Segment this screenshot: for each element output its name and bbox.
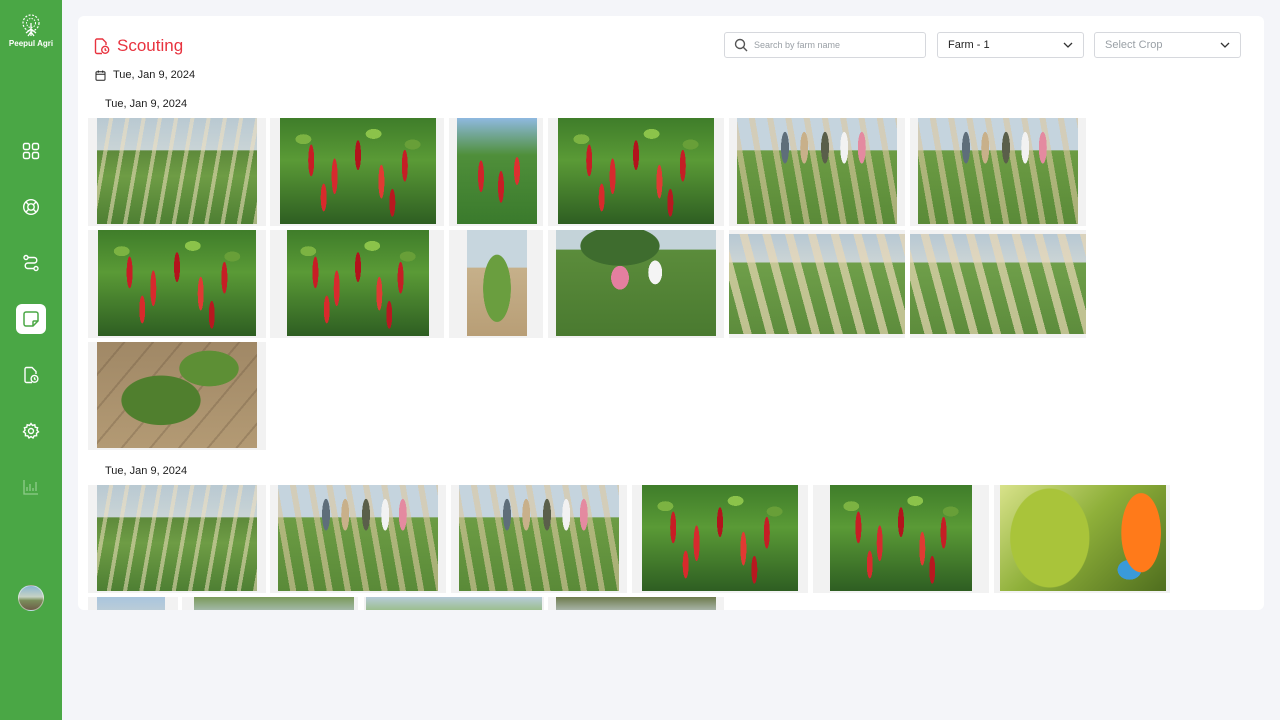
field-photo — [194, 597, 354, 610]
nav-scouting[interactable] — [16, 304, 46, 334]
photo-thumbnail[interactable] — [270, 230, 444, 338]
file-clock-icon — [24, 366, 39, 384]
avatar[interactable] — [18, 585, 44, 611]
chili-photo — [558, 118, 714, 224]
chevron-down-icon — [1063, 42, 1073, 48]
photo-thumbnail[interactable] — [994, 485, 1170, 593]
photo-thumbnail[interactable] — [88, 342, 266, 450]
photo-thumbnail[interactable] — [548, 230, 724, 338]
photo-thumbnail[interactable] — [88, 485, 266, 593]
photo-thumbnail[interactable] — [910, 230, 1086, 338]
photo-thumbnail[interactable] — [548, 118, 724, 226]
farm-worker-photo — [556, 230, 716, 336]
photo-group-date: Tue, Jan 9, 2024 — [105, 98, 188, 110]
photo-thumbnail[interactable] — [729, 118, 905, 226]
dashboard-grid-icon — [22, 142, 40, 160]
field-photo — [97, 118, 257, 224]
analytics-chart-icon — [23, 480, 38, 495]
chili-photo — [287, 230, 429, 336]
nav-reports[interactable] — [16, 360, 46, 390]
photo-thumbnail[interactable] — [729, 230, 905, 338]
photo-thumbnail[interactable] — [548, 597, 724, 610]
photo-thumbnail[interactable] — [451, 485, 627, 593]
photo-thumbnail[interactable] — [270, 485, 446, 593]
page-title: Scouting — [117, 36, 184, 55]
brand-name: Peepul Agri — [8, 39, 54, 48]
chili-photo — [830, 485, 972, 591]
lifebuoy-icon — [22, 198, 40, 216]
photo-thumbnail[interactable] — [449, 118, 543, 226]
plant-closeup-photo — [97, 342, 257, 448]
field-photo — [910, 234, 1086, 334]
main-panel: Scouting Tue, Jan 9, 2024 Farm - 1 Selec… — [78, 16, 1264, 610]
sidebar: Peepul Agri — [0, 0, 62, 720]
plant-photo — [467, 230, 527, 336]
photo-thumbnail[interactable] — [88, 118, 266, 226]
farmers-group-photo — [459, 485, 619, 591]
page-date: Tue, Jan 9, 2024 — [95, 69, 195, 81]
nav-analytics[interactable] — [16, 472, 46, 502]
page-header: Scouting — [94, 36, 183, 56]
field-photo — [366, 597, 542, 610]
gear-icon — [22, 422, 40, 440]
tree-logo-icon — [22, 14, 40, 37]
search-box[interactable] — [724, 32, 926, 58]
nav-settings[interactable] — [16, 416, 46, 446]
scouting-file-icon — [94, 37, 110, 54]
photo-thumbnail[interactable] — [813, 485, 989, 593]
photo-thumbnail[interactable] — [270, 118, 444, 226]
farmers-group-photo — [737, 118, 897, 224]
chili-photo — [457, 118, 537, 224]
photo-thumbnail[interactable] — [632, 485, 808, 593]
nav-routes[interactable] — [16, 248, 46, 278]
chili-photo — [98, 230, 256, 336]
spraying-photo — [1000, 485, 1166, 591]
photo-thumbnail[interactable] — [182, 597, 358, 610]
brand-logo[interactable]: Peepul Agri — [0, 14, 62, 48]
farmers-group-photo — [278, 485, 438, 591]
search-input[interactable] — [754, 40, 914, 50]
photo-thumbnail[interactable] — [364, 597, 544, 610]
crop-select[interactable]: Select Crop — [1094, 32, 1241, 58]
field-photo — [97, 485, 257, 591]
photo-thumbnail[interactable] — [88, 230, 266, 338]
search-icon — [734, 38, 748, 52]
route-icon — [23, 254, 39, 272]
calendar-icon — [95, 70, 106, 81]
crop-select-placeholder: Select Crop — [1105, 39, 1163, 51]
field-photo — [556, 597, 716, 610]
nav-support[interactable] — [16, 192, 46, 222]
field-photo — [97, 597, 165, 610]
photo-thumbnail[interactable] — [910, 118, 1086, 226]
photo-thumbnail[interactable] — [88, 597, 178, 610]
photo-group-date: Tue, Jan 9, 2024 — [105, 465, 188, 477]
farm-select[interactable]: Farm - 1 — [937, 32, 1084, 58]
photo-thumbnail[interactable] — [449, 230, 543, 338]
nav-dashboard[interactable] — [16, 136, 46, 166]
farmers-group-photo — [918, 118, 1078, 224]
farm-select-value: Farm - 1 — [948, 39, 990, 51]
chili-photo — [280, 118, 436, 224]
field-photo — [729, 234, 905, 334]
chevron-down-icon — [1220, 42, 1230, 48]
page-date-label: Tue, Jan 9, 2024 — [113, 69, 196, 81]
scouting-notes-icon — [23, 311, 39, 327]
chili-photo — [642, 485, 798, 591]
